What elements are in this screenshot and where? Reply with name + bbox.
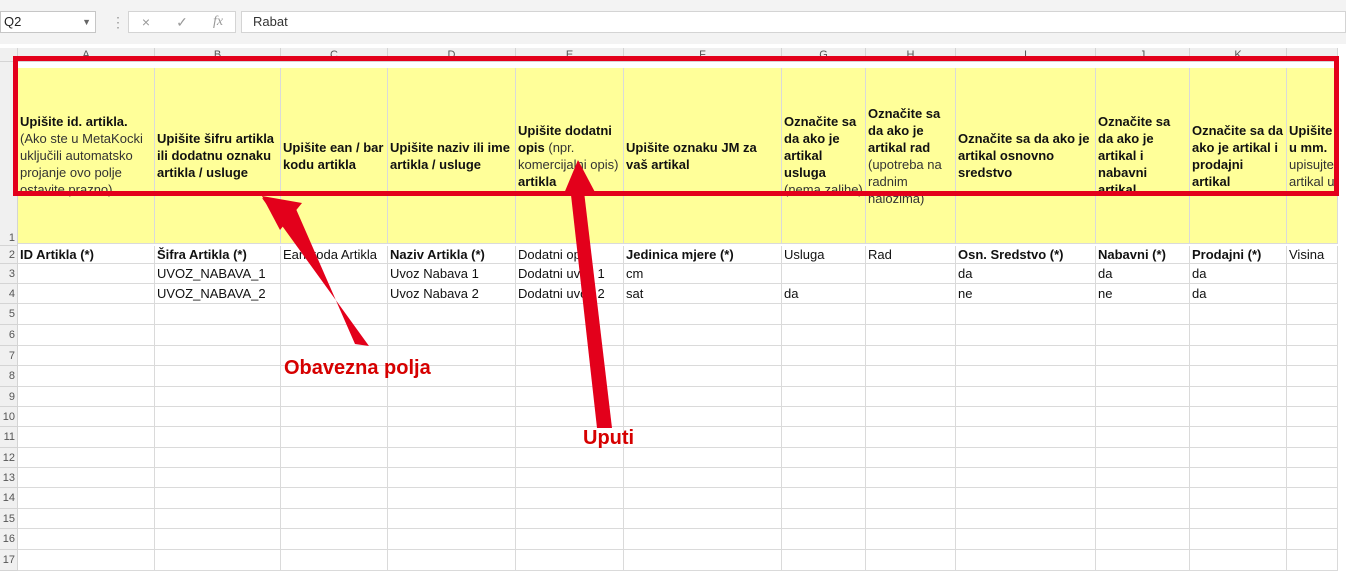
empty-cell[interactable] — [1287, 550, 1338, 571]
empty-cell[interactable] — [155, 550, 281, 571]
required-fields-label: Obavezna polja — [284, 357, 431, 379]
empty-cell[interactable] — [956, 529, 1096, 550]
empty-cell[interactable] — [1190, 550, 1287, 571]
empty-cell[interactable] — [624, 550, 782, 571]
empty-cell[interactable] — [866, 550, 956, 571]
empty-cell[interactable] — [516, 529, 624, 550]
empty-cell[interactable] — [624, 529, 782, 550]
empty-cell[interactable] — [782, 550, 866, 571]
empty-cell[interactable] — [1096, 529, 1190, 550]
empty-cell[interactable] — [18, 529, 155, 550]
annotation-arrows — [262, 160, 612, 428]
empty-cell[interactable] — [866, 529, 956, 550]
empty-cell[interactable] — [388, 529, 516, 550]
empty-cell[interactable] — [281, 550, 388, 571]
empty-cell[interactable] — [155, 529, 281, 550]
empty-cell[interactable] — [1287, 529, 1338, 550]
empty-cell[interactable] — [281, 529, 388, 550]
arrow-instructions — [570, 166, 612, 428]
empty-cell[interactable] — [956, 550, 1096, 571]
empty-cell[interactable] — [782, 529, 866, 550]
row-header-17[interactable]: 17 — [0, 550, 18, 571]
empty-cell[interactable] — [388, 550, 516, 571]
empty-cell[interactable] — [1096, 550, 1190, 571]
row-header-16[interactable]: 16 — [0, 529, 18, 550]
empty-cell[interactable] — [516, 550, 624, 571]
empty-cell[interactable] — [18, 550, 155, 571]
instructions-label: Uputi — [583, 427, 635, 449]
empty-cell[interactable] — [1190, 529, 1287, 550]
